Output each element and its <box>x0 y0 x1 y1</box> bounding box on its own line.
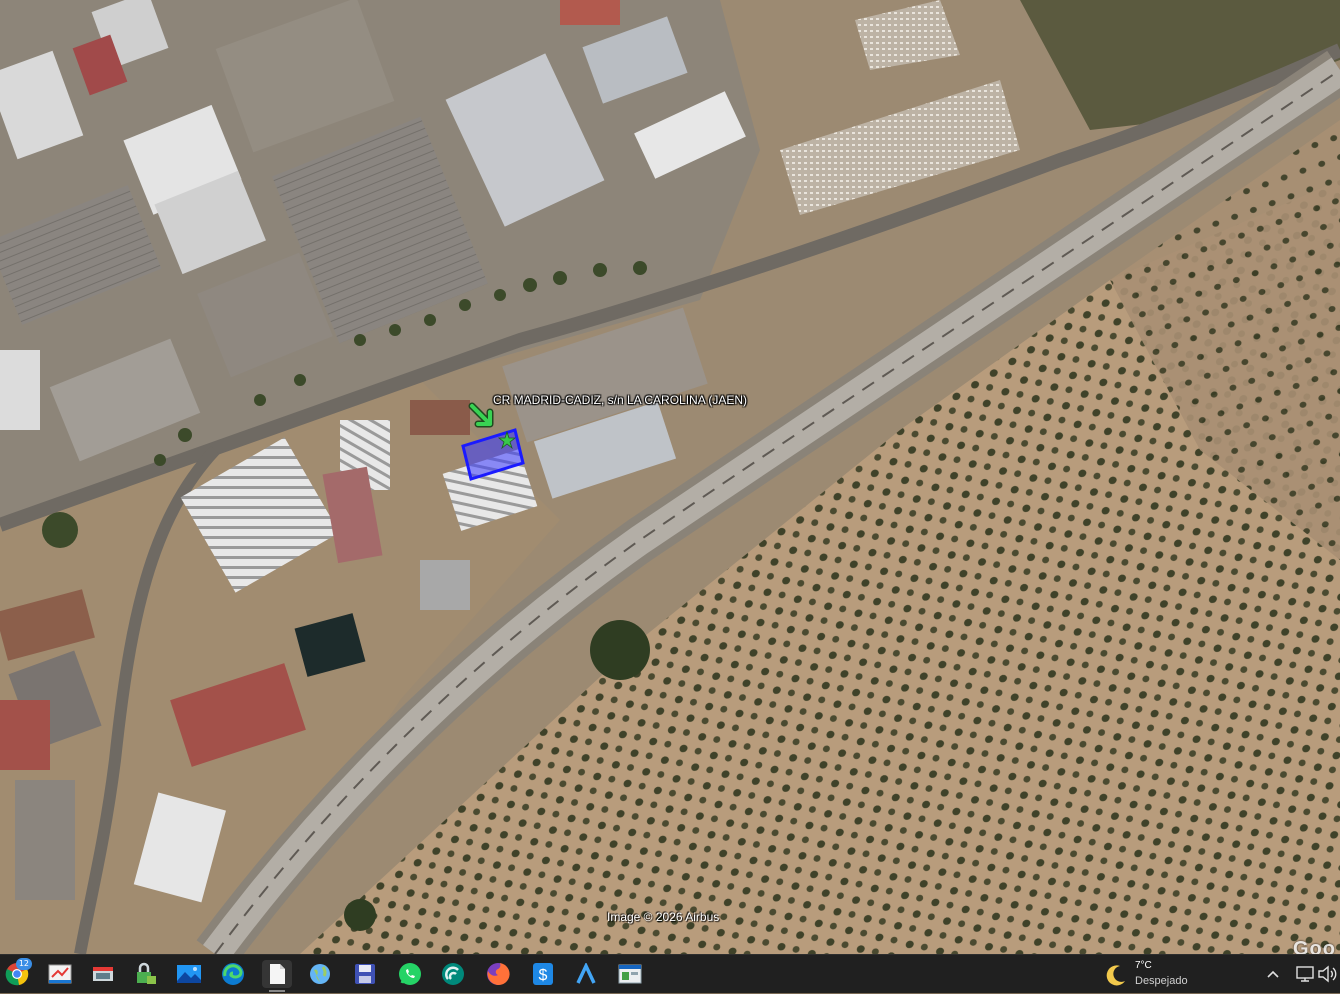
weather-temperature: 7°C <box>1135 960 1152 971</box>
notepad-icon[interactable] <box>262 960 292 988</box>
chrome-badge: 12 <box>15 958 32 970</box>
password-manager-icon[interactable] <box>131 960 161 988</box>
imagery-copyright: Image © 2026 Airbus <box>607 910 720 924</box>
satellite-imagery <box>0 0 1340 954</box>
window-app-icon[interactable] <box>615 960 645 988</box>
save-disk-icon[interactable] <box>350 960 380 988</box>
wifi-analyzer-icon[interactable] <box>438 960 468 988</box>
photos-icon[interactable] <box>174 960 204 988</box>
globe-icon[interactable] <box>305 960 335 988</box>
volume-icon[interactable] <box>1314 960 1340 988</box>
weather-condition: Despejado <box>1135 975 1188 987</box>
chevron-up-icon[interactable] <box>1260 960 1286 988</box>
google-logo: Goo <box>1293 938 1336 954</box>
dollar-app-icon[interactable]: $ <box>528 960 558 988</box>
svg-text:$: $ <box>539 967 548 984</box>
moon-icon <box>1102 963 1128 994</box>
firefox-icon[interactable] <box>483 960 513 988</box>
arrow-a-icon[interactable] <box>571 960 601 988</box>
chrome-icon[interactable]: 12 <box>2 958 32 988</box>
edge-icon[interactable] <box>218 960 248 988</box>
placemark-label[interactable]: CR MADRID-CADIZ, s/n LA CAROLINA (JAEN) <box>493 393 747 407</box>
whiteboard-icon[interactable] <box>45 960 75 988</box>
satellite-map[interactable]: CR MADRID-CADIZ, s/n LA CAROLINA (JAEN) … <box>0 0 1340 954</box>
whatsapp-icon[interactable] <box>395 960 425 988</box>
camera-roll-icon[interactable] <box>88 960 118 988</box>
